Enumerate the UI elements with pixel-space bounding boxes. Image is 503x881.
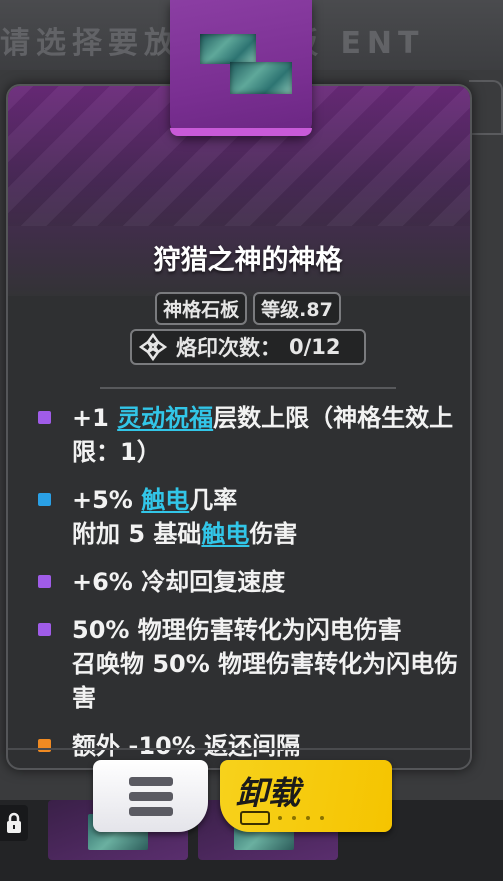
affix-bullet-icon — [38, 411, 51, 424]
keyword-link[interactable]: 灵动祝福 — [117, 404, 213, 432]
affix-text-segment: +5% — [72, 486, 142, 514]
affix-text-segment: 50% 物理伤害转化为闪电伤害 — [72, 616, 402, 644]
affix-text: 50% 物理伤害转化为闪电伤害召唤物 50% 物理伤害转化为闪电伤害 — [72, 613, 468, 715]
keyword-link[interactable]: 触电 — [201, 520, 249, 548]
affix-bullet-icon — [38, 739, 51, 752]
divider — [100, 387, 396, 389]
keyboard-hint-icon — [240, 811, 270, 825]
type-badge: 神格石板 — [155, 292, 248, 325]
imprint-label: 烙印次数： — [176, 336, 281, 360]
level-badge: 等级.87 — [253, 292, 341, 325]
affix-text-segment: 额外 -10% 返还间隔 — [72, 732, 301, 760]
unload-label: 卸载 — [236, 774, 301, 812]
imprint-counter: 烙印次数： 0/12 — [130, 329, 366, 365]
hamburger-icon-bar — [128, 791, 173, 801]
panel-footer-divider — [8, 748, 470, 750]
hamburger-icon-bar — [128, 806, 173, 816]
keyword-link[interactable]: 触电 — [141, 486, 189, 514]
affix-item: +1 灵动祝福层数上限（神格生效上限：1） — [38, 401, 468, 469]
slate-tooltip-panel: 狩猎之神的神格 神格石板 等级.87 烙印次数： 0/12 +1 灵动祝福层数上… — [6, 84, 472, 770]
affix-bullet-icon — [38, 493, 51, 506]
menu-button[interactable] — [93, 760, 208, 832]
slate-shape-icon — [230, 62, 292, 94]
affix-item: +5% 触电几率 附加 5 基础触电伤害 — [38, 483, 468, 551]
background-frame — [469, 80, 503, 135]
lock-icon — [0, 805, 28, 841]
dots-decoration — [278, 816, 324, 820]
affix-text-segment: 伤害 — [249, 520, 298, 548]
affix-text-segment: +6% 冷却回复速度 — [72, 568, 286, 596]
affix-bullet-icon — [38, 623, 51, 636]
slate-shape-icon — [200, 34, 256, 64]
affix-text: 额外 -10% 返还间隔 — [72, 729, 468, 763]
affix-text: +1 灵动祝福层数上限（神格生效上限：1） — [72, 401, 468, 469]
affix-bullet-icon — [38, 575, 51, 588]
affix-text-segment: 召唤物 50% 物理伤害转化为闪电伤害 — [72, 650, 459, 712]
imprint-value: 0/12 — [289, 335, 341, 359]
unload-button[interactable]: 卸载 — [220, 760, 392, 832]
affix-item: 50% 物理伤害转化为闪电伤害召唤物 50% 物理伤害转化为闪电伤害 — [38, 613, 468, 715]
affix-item: 额外 -10% 返还间隔 — [38, 729, 468, 763]
slate-icon — [170, 0, 312, 136]
affix-item: +6% 冷却回复速度 — [38, 565, 468, 599]
item-name: 狩猎之神的神格 — [153, 245, 343, 276]
affix-text-segment: 几率 — [189, 486, 238, 514]
imprint-rune-icon — [138, 332, 168, 362]
affix-text-segment: +1 — [72, 404, 118, 432]
affix-text: +6% 冷却回复速度 — [72, 565, 468, 599]
item-badges: 神格石板 等级.87 — [8, 292, 470, 325]
affix-text: +5% 触电几率 附加 5 基础触电伤害 — [72, 483, 468, 551]
slate-icon-rim — [170, 128, 312, 136]
hamburger-icon — [128, 776, 173, 786]
affix-text-segment: 附加 5 基础 — [72, 520, 202, 548]
affix-list: +1 灵动祝福层数上限（神格生效上限：1） +5% 触电几率 附加 5 基础触电伤害… — [38, 401, 468, 768]
